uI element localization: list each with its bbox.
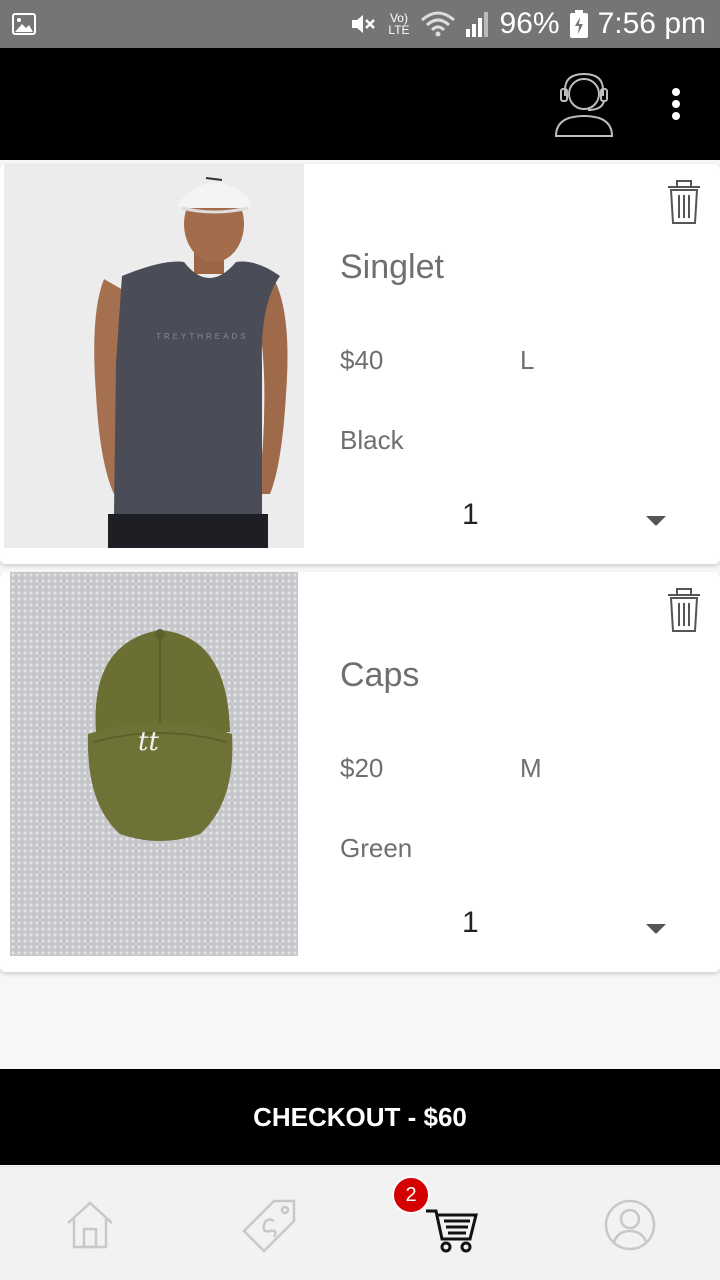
more-vertical-icon[interactable] [660, 84, 692, 124]
olive-cap-photo: tt [10, 572, 298, 956]
profile-icon[interactable] [600, 1195, 660, 1255]
cart-icon[interactable] [424, 1195, 484, 1255]
item-price: $40 [340, 345, 384, 375]
quantity-value: 1 [462, 498, 479, 531]
home-icon[interactable] [60, 1195, 120, 1255]
item-name: Caps [340, 656, 420, 694]
tag-icon[interactable] [240, 1195, 300, 1255]
bottom-navigation [0, 1166, 720, 1280]
battery-level: 96% [499, 7, 560, 40]
item-size: L [520, 345, 535, 375]
dropdown-arrow-icon [646, 924, 666, 934]
item-price: $20 [340, 753, 384, 783]
signal-icon [465, 11, 490, 37]
quantity-dropdown[interactable]: 1 [330, 896, 690, 956]
item-name: Singlet [340, 248, 444, 286]
cart-count-badge: 2 [392, 1176, 430, 1214]
man-in-grey-singlet-photo: TREYTHREADS [4, 164, 304, 548]
shirt-print: TREYTHREADS [156, 332, 249, 341]
gallery-notification-icon [12, 12, 36, 41]
quantity-dropdown[interactable]: 1 [330, 488, 690, 548]
checkout-button[interactable]: CHECKOUT - $60 [0, 1069, 720, 1165]
volte-icon: Vo) LTE [388, 11, 410, 37]
delete-icon[interactable] [662, 586, 706, 634]
cap-logo: tt [138, 727, 159, 757]
item-color: Black [340, 425, 404, 455]
support-agent-icon[interactable] [552, 70, 616, 138]
item-size: M [520, 753, 542, 783]
delete-icon[interactable] [662, 178, 706, 226]
status-bar: Vo) LTE 96% 7:56 pm [0, 0, 720, 48]
wifi-icon [420, 10, 456, 38]
dropdown-arrow-icon [646, 516, 666, 526]
item-color: Green [340, 833, 413, 863]
battery-charging-icon [569, 10, 588, 38]
mute-icon [350, 12, 378, 36]
clock: 7:56 pm [597, 7, 706, 40]
quantity-value: 1 [462, 906, 479, 939]
cart-item-card: tt Caps $20 M Green 1 [0, 572, 720, 972]
app-bar [0, 48, 720, 160]
cart-item-card: TREYTHREADS Singlet $40 L Black 1 [0, 164, 720, 564]
